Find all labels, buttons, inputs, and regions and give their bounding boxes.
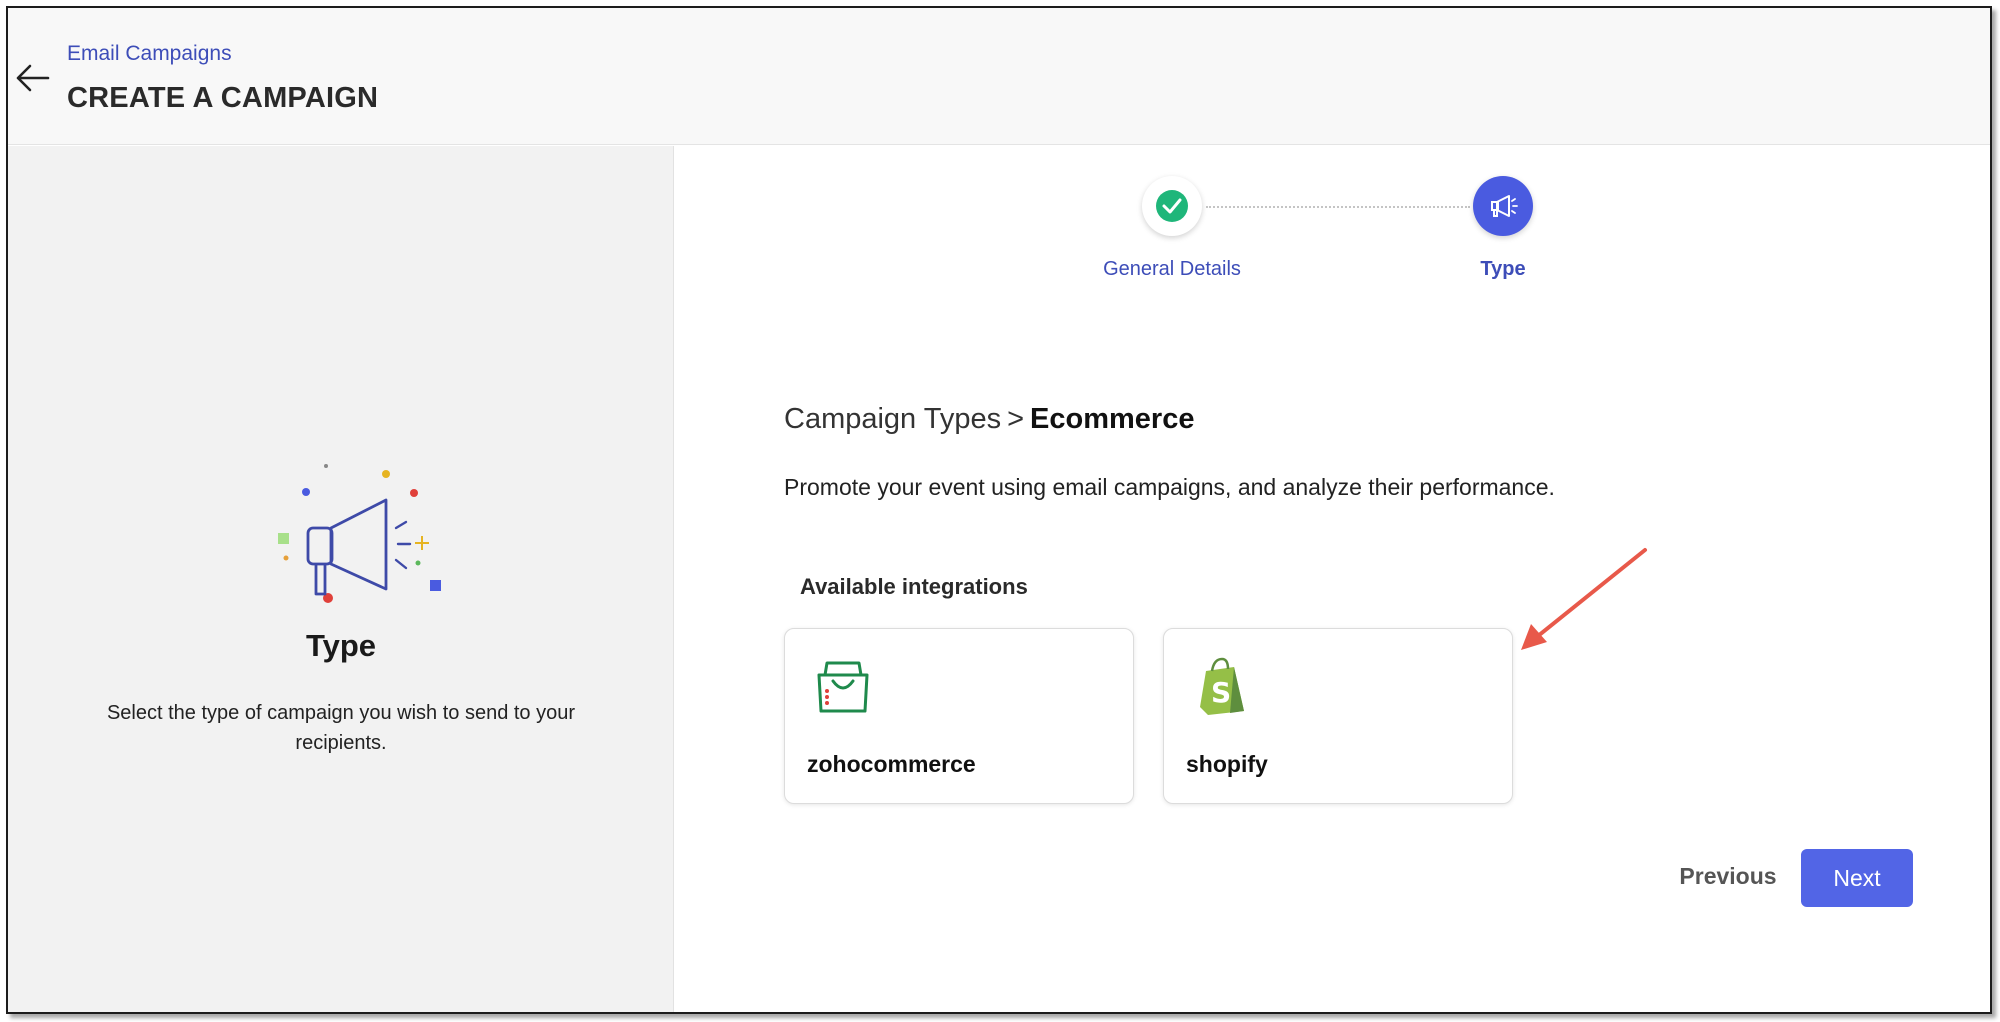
shopify-bag-icon: S: [1200, 657, 1244, 715]
type-description: Promote your event using email campaigns…: [784, 474, 1555, 500]
page-title: CREATE A CAMPAIGN: [67, 82, 379, 114]
previous-button[interactable]: Previous: [1668, 851, 1788, 901]
campaign-type-breadcrumb: Campaign Types > Ecommerce: [784, 403, 1194, 436]
megaphone-icon: [1491, 195, 1518, 217]
megaphone-icon: [278, 464, 441, 603]
integration-card-zohocommerce[interactable]: zohocommerce: [784, 628, 1134, 804]
next-button[interactable]: Next: [1801, 849, 1913, 907]
integrations-heading: Available integrations: [800, 574, 1028, 599]
step-label-general-details: General Details: [1103, 258, 1241, 280]
step-type[interactable]: [1473, 176, 1533, 236]
page-header: Email Campaigns CREATE A CAMPAIGN: [8, 8, 1990, 145]
stepper-connector: [1206, 206, 1470, 208]
annotation-arrow-icon: [1521, 548, 1647, 650]
integration-card-shopify[interactable]: S shopify: [1163, 628, 1513, 804]
breadcrumb-email-campaigns[interactable]: Email Campaigns: [67, 42, 232, 66]
left-info-panel: Type Select the type of campaign you wis…: [8, 146, 674, 1012]
svg-text:S: S: [1211, 676, 1231, 709]
arrow-left-icon[interactable]: [12, 58, 52, 98]
breadcrumb-campaign-types[interactable]: Campaign Types: [784, 403, 1001, 435]
step-general-details[interactable]: [1142, 176, 1202, 236]
step-label-type: Type: [1480, 258, 1526, 280]
breadcrumb-ecommerce: Ecommerce: [1030, 403, 1195, 435]
app-window: Email Campaigns CREATE A CAMPAIGN Type S…: [6, 6, 1992, 1014]
shopping-bag-icon: [817, 661, 869, 713]
breadcrumb-separator: >: [1007, 403, 1025, 435]
integration-label: zohocommerce: [807, 751, 976, 777]
panel-title: Type: [305, 628, 377, 663]
integration-label: shopify: [1186, 751, 1268, 777]
check-icon: [1156, 190, 1188, 222]
panel-description: Select the type of campaign you wish to …: [106, 702, 576, 754]
